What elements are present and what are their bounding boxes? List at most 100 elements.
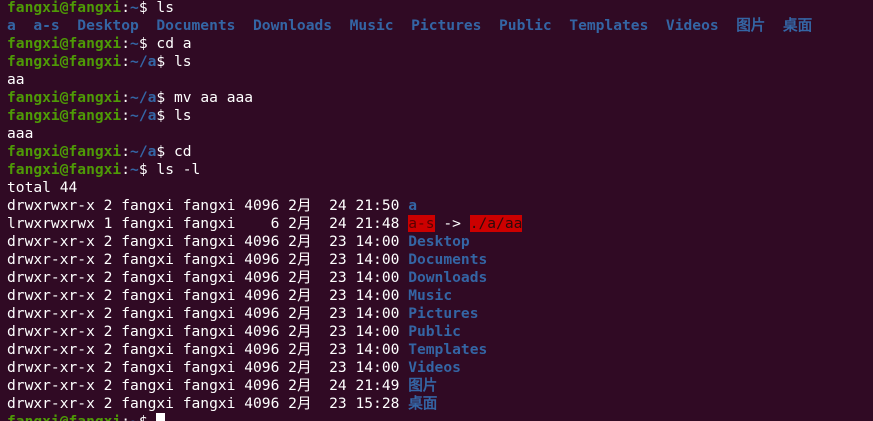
prompt-dollar: $ (156, 89, 166, 106)
prompt-colon: : (121, 35, 131, 52)
prompt-path: ~ (130, 413, 139, 421)
prompt-user-host: fangxi@fangxi (7, 143, 122, 160)
terminal-line: drwxr-xr-x 2 fangxi fangxi 4096 2月 23 14… (7, 251, 873, 269)
prompt-path: ~/a (130, 143, 157, 160)
terminal-line: fangxi@fangxi:~/a$ ls (7, 107, 873, 125)
directory-name: Pictures (408, 305, 479, 322)
terminal-line: a a-s Desktop Documents Downloads Music Pictur… (7, 17, 873, 35)
command-text: ls -l (147, 161, 201, 178)
terminal-line: fangxi@fangxi:~/a$ cd (7, 143, 873, 161)
prompt-colon: : (121, 161, 131, 178)
terminal-line: total 44 (7, 179, 873, 197)
prompt-user-host: fangxi@fangxi (7, 413, 121, 421)
directory-name: Documents (408, 251, 488, 268)
prompt-path: ~ (130, 161, 139, 178)
file-meta: drwxr-xr-x 2 fangxi fangxi 4096 2月 24 21… (7, 377, 409, 394)
prompt-dollar: $ (138, 0, 148, 16)
prompt-path: ~ (130, 35, 139, 52)
ls-entry: 图片 (736, 17, 766, 34)
directory-name: Music (408, 287, 453, 304)
ls-entry: Public (499, 17, 552, 34)
directory-name: Templates (408, 341, 488, 358)
terminal-line: drwxr-xr-x 2 fangxi fangxi 4096 2月 23 14… (7, 269, 873, 287)
file-meta: drwxr-xr-x 2 fangxi fangxi 4096 2月 23 14… (7, 269, 409, 286)
command-text: cd a (147, 35, 192, 52)
file-meta: drwxr-xr-x 2 fangxi fangxi 4096 2月 23 15… (7, 395, 409, 412)
prompt-dollar: $ (156, 107, 166, 124)
ls-entry: a (7, 17, 16, 34)
prompt-user-host: fangxi@fangxi (7, 0, 122, 16)
prompt-path: ~/a (130, 107, 157, 124)
prompt-user-host: fangxi@fangxi (7, 35, 122, 52)
prompt-colon: : (121, 89, 131, 106)
command-text: mv aa aaa (165, 89, 254, 106)
terminal-line: drwxr-xr-x 2 fangxi fangxi 4096 2月 24 21… (7, 377, 873, 395)
command-text: cd (165, 143, 192, 160)
file-meta: lrwxrwxrwx 1 fangxi fangxi 6 2月 24 21:48 (7, 215, 409, 232)
terminal-line: drwxr-xr-x 2 fangxi fangxi 4096 2月 23 15… (7, 395, 873, 413)
file-meta: drwxr-xr-x 2 fangxi fangxi 4096 2月 23 14… (7, 323, 409, 340)
directory-name: Videos (408, 359, 461, 376)
directory-name: Public (408, 323, 461, 340)
file-meta: drwxr-xr-x 2 fangxi fangxi 4096 2月 23 14… (7, 251, 409, 268)
prompt-user-host: fangxi@fangxi (7, 107, 122, 124)
command-text: ls (165, 107, 192, 124)
command-text: ls (165, 53, 192, 70)
ls-entry: 桌面 (782, 17, 813, 34)
terminal-line: drwxr-xr-x 2 fangxi fangxi 4096 2月 23 14… (7, 233, 873, 251)
command-text (148, 413, 157, 421)
directory-name: a (408, 197, 417, 214)
ls-entry: a-s (33, 17, 60, 34)
prompt-colon: : (121, 413, 130, 421)
terminal-line: fangxi@fangxi:~$ ls -l (7, 161, 873, 179)
text-cursor (156, 413, 166, 421)
command-text: ls (147, 0, 174, 16)
terminal-window[interactable]: fangxi@fangxi:~$ ls a a-s Desktop Documents D… (0, 0, 873, 421)
file-meta: drwxrwxr-x 2 fangxi fangxi 4096 2月 24 21… (7, 197, 409, 214)
prompt-colon: : (121, 0, 131, 16)
prompt-dollar: $ (156, 53, 166, 70)
ls-entry: Documents (156, 17, 236, 34)
ls-entry: Desktop (77, 17, 139, 34)
terminal-line: drwxr-xr-x 2 fangxi fangxi 4096 2月 23 14… (7, 323, 873, 341)
prompt-colon: : (121, 143, 131, 160)
prompt-path: ~/a (130, 89, 157, 106)
ls-entry: Pictures (411, 17, 482, 34)
directory-name: Downloads (408, 269, 488, 286)
ls-entry: Templates (569, 17, 649, 34)
prompt-user-host: fangxi@fangxi (7, 161, 122, 178)
file-meta: drwxr-xr-x 2 fangxi fangxi 4096 2月 23 14… (7, 287, 409, 304)
prompt-dollar: $ (138, 35, 148, 52)
terminal-line: drwxr-xr-x 2 fangxi fangxi 4096 2月 23 14… (7, 341, 873, 359)
directory-name: Desktop (408, 233, 470, 250)
broken-link-name: a-s (408, 215, 435, 232)
output-text: total 44 (7, 179, 78, 196)
output-text: aaa (7, 125, 34, 142)
file-meta: drwxr-xr-x 2 fangxi fangxi 4096 2月 23 14… (7, 233, 409, 250)
prompt-user-host: fangxi@fangxi (7, 53, 122, 70)
prompt-colon: : (121, 107, 131, 124)
prompt-dollar: $ (138, 161, 148, 178)
file-meta: drwxr-xr-x 2 fangxi fangxi 4096 2月 23 14… (7, 341, 409, 358)
directory-name: 图片 (408, 377, 438, 394)
output-text: aa (7, 71, 25, 88)
prompt-path: ~/a (130, 53, 157, 70)
file-meta: drwxr-xr-x 2 fangxi fangxi 4096 2月 23 14… (7, 305, 409, 322)
terminal-line: fangxi@fangxi:~$ (7, 413, 873, 421)
directory-name: 桌面 (408, 395, 438, 412)
ls-entry: Music (349, 17, 394, 34)
terminal-line: fangxi@fangxi:~$ cd a (7, 35, 873, 53)
terminal-line: drwxrwxr-x 2 fangxi fangxi 4096 2月 24 21… (7, 197, 873, 215)
terminal-line: fangxi@fangxi:~/a$ ls (7, 53, 873, 71)
ls-entry: Videos (665, 17, 719, 34)
link-arrow: -> (434, 215, 470, 232)
prompt-path: ~ (130, 0, 139, 16)
terminal-line: drwxr-xr-x 2 fangxi fangxi 4096 2月 23 14… (7, 287, 873, 305)
file-meta: drwxr-xr-x 2 fangxi fangxi 4096 2月 23 14… (7, 359, 409, 376)
prompt-dollar: $ (156, 143, 166, 160)
prompt-user-host: fangxi@fangxi (7, 89, 122, 106)
terminal-line: lrwxrwxrwx 1 fangxi fangxi 6 2月 24 21:48… (7, 215, 873, 233)
link-target: ./a/aa (469, 215, 523, 232)
terminal-line: aa (7, 71, 873, 89)
prompt-colon: : (121, 53, 131, 70)
